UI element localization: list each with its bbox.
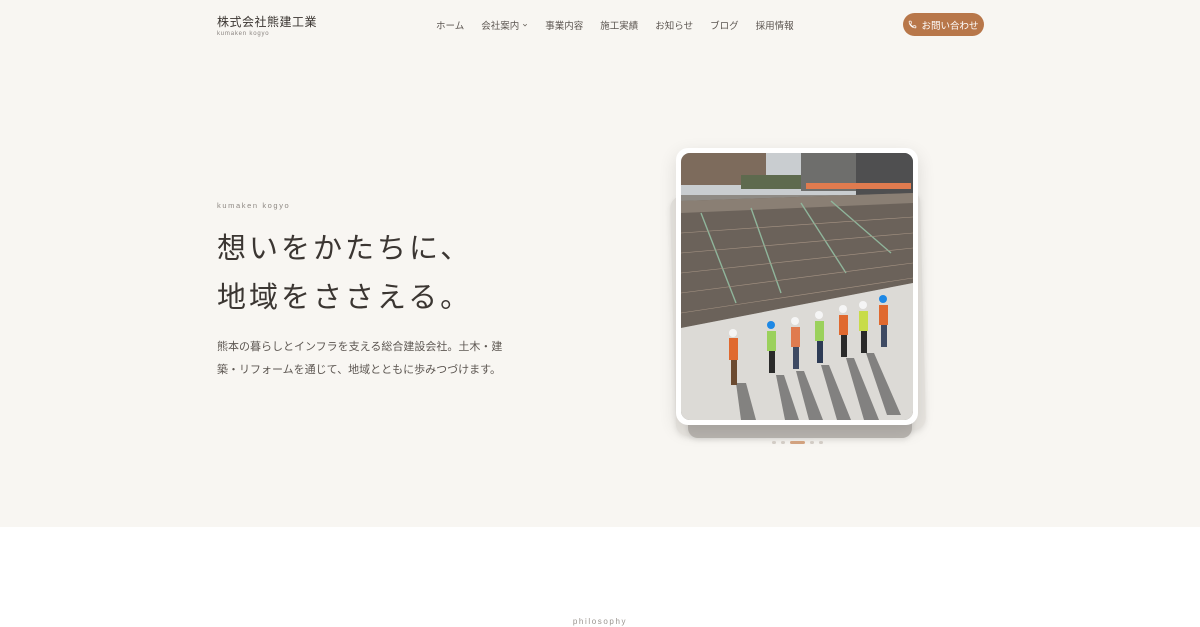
main-nav: ホーム 会社案内 事業内容 施工実績 お知らせ ブログ 採用情報 — [436, 18, 794, 32]
hero-headline: 想いをかたちに、 地域をささえる。 — [217, 224, 472, 322]
nav-item-recruit[interactable]: 採用情報 — [756, 18, 794, 32]
hero-section — [0, 0, 1200, 527]
chevron-down-icon — [523, 23, 528, 27]
hero-lead: 熊本の暮らしとインフラを支える総合建設会社。土木・建築・リフォームを通じて、地域… — [217, 340, 503, 376]
slider-dots — [772, 441, 823, 444]
philosophy-section — [0, 527, 1200, 627]
philosophy-eyebrow: philosophy — [572, 617, 628, 626]
contact-button-label: お問い合わせ — [921, 20, 979, 32]
slider-dot-2[interactable] — [781, 441, 785, 444]
nav-item-company[interactable]: 会社案内 — [481, 18, 528, 32]
nav-item-blog[interactable]: ブログ — [710, 18, 739, 32]
site-header: 株式会社熊建工業 kumaken kogyo ホーム 会社案内 事業内容 施工実… — [0, 0, 1200, 50]
site-logo[interactable]: 株式会社熊建工業 kumaken kogyo — [217, 13, 317, 37]
logo-name: 株式会社熊建工業 — [217, 15, 318, 29]
slider-dot-3[interactable] — [790, 441, 805, 444]
phone-icon — [909, 20, 917, 29]
construction-site-photo — [681, 153, 913, 420]
logo-sub: kumaken kogyo — [217, 31, 270, 37]
nav-item-works[interactable]: 施工実績 — [600, 18, 638, 32]
hero-headline-line-1: 想いをかたちに、 — [217, 231, 473, 265]
nav-item-business[interactable]: 事業内容 — [545, 18, 583, 32]
slider-dot-1[interactable] — [772, 441, 776, 444]
slider-dot-4[interactable] — [810, 441, 814, 444]
nav-item-news[interactable]: お知らせ — [655, 18, 693, 32]
slider-dot-5[interactable] — [819, 441, 823, 444]
hero-headline-line-2: 地域をささえる。 — [217, 280, 473, 314]
hero-eyebrow: kumaken kogyo — [217, 201, 291, 210]
contact-button[interactable]: お問い合わせ — [903, 13, 984, 36]
nav-item-home[interactable]: ホーム — [436, 18, 464, 32]
